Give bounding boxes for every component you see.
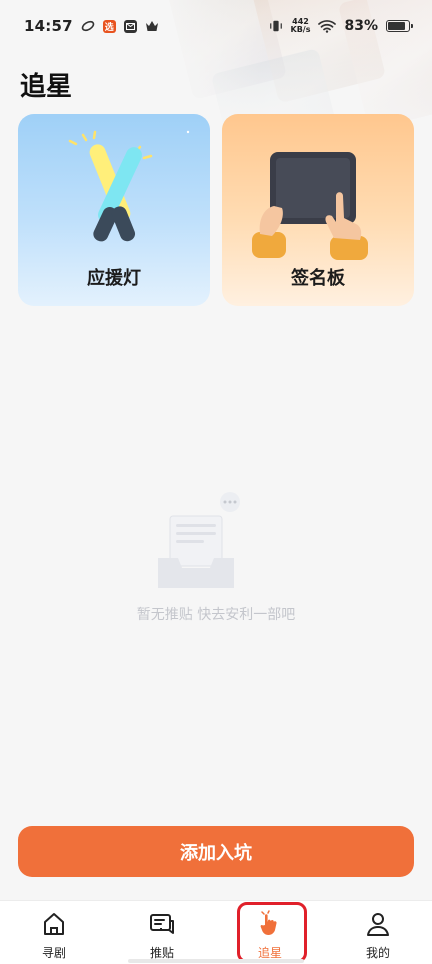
nav-label-mine: 我的 (365, 946, 390, 960)
status-left: 14:57 选 (24, 17, 159, 35)
profile-icon (367, 913, 389, 936)
signboard-card-label: 签名板 (291, 268, 345, 289)
nav-item-mine[interactable]: 我的 (324, 901, 432, 964)
crown-icon (145, 19, 159, 33)
home-indicator[interactable] (128, 959, 304, 963)
lightstick-card[interactable]: 应援灯 (18, 114, 210, 306)
status-right: 442 KB/s 83% (269, 18, 413, 34)
nav-item-drama-search[interactable]: 寻剧 (0, 901, 108, 964)
status-bar: 14:57 选 442 KB/s 83% (0, 0, 432, 52)
empty-inbox-icon (158, 492, 240, 588)
home-icon (44, 913, 64, 935)
mail-icon (123, 19, 137, 33)
bottom-nav: 寻剧 推贴 追星 我的 (0, 900, 432, 964)
app-badge-icon: 选 (102, 19, 116, 33)
battery-percent: 83% (344, 18, 378, 34)
battery-fill (388, 22, 405, 30)
empty-state-text: 暂无推贴 快去安利一部吧 (136, 607, 296, 623)
nav-label-drama-search: 寻剧 (41, 946, 66, 960)
active-tab-highlight (237, 902, 307, 963)
battery-icon (386, 20, 413, 32)
wifi-icon (318, 19, 337, 33)
lens-icon (81, 19, 95, 33)
lightstick-card-label: 应援灯 (87, 268, 141, 289)
signboard-icon (252, 152, 368, 260)
message-icon (150, 914, 174, 934)
empty-state: 暂无推贴 快去安利一部吧 (0, 490, 432, 630)
status-time: 14:57 (24, 17, 73, 35)
signboard-card[interactable]: 签名板 (222, 114, 414, 306)
network-speed: 442 KB/s (291, 18, 311, 34)
net-speed-unit: KB/s (290, 25, 311, 34)
lightstick-icon (68, 130, 190, 242)
nav-item-posts[interactable]: 推贴 (108, 901, 216, 964)
vibrate-icon (269, 19, 283, 33)
add-button[interactable]: 添加入坑 (18, 826, 414, 877)
page-title: 追星 (20, 72, 73, 102)
